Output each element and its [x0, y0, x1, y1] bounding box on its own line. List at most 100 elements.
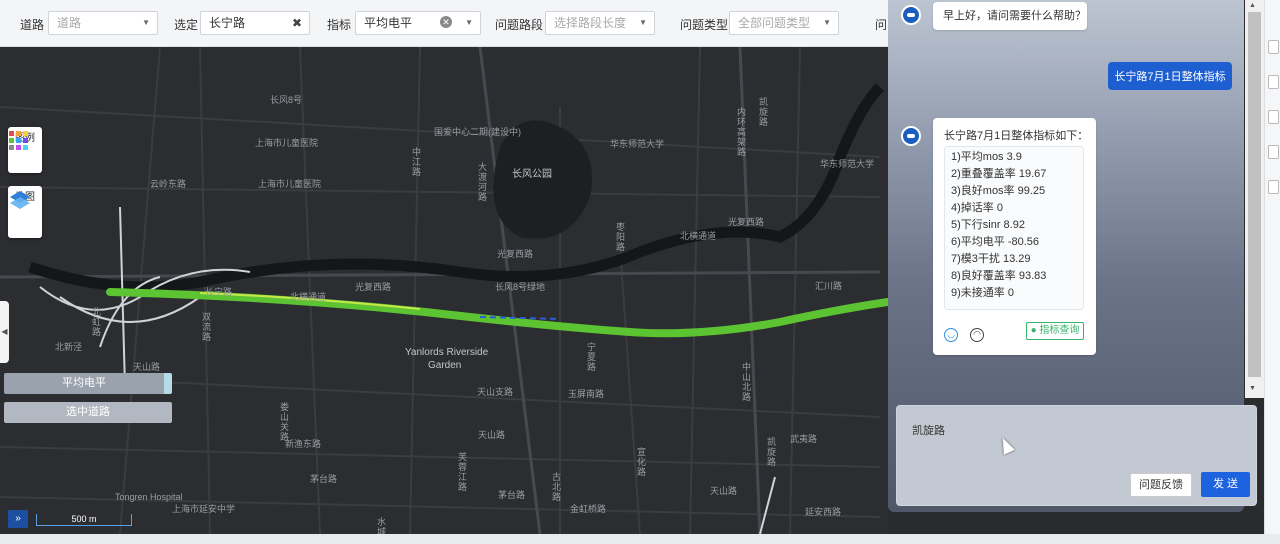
metric-select[interactable]: 平均电平 ✕ ▼ — [355, 11, 481, 35]
expand-button[interactable]: » — [8, 510, 28, 528]
metric-query-button[interactable]: ● 指标查询 — [1026, 322, 1084, 340]
layer-selected-road[interactable]: 选中道路 — [4, 402, 172, 423]
tool-icon[interactable] — [1268, 180, 1279, 194]
feedback-button[interactable]: 问题反馈 — [1130, 473, 1192, 497]
metric-item: 8)良好覆盖率 93.83 — [951, 270, 1047, 282]
road-label: 道路 — [20, 18, 45, 32]
scroll-down-icon[interactable]: ▼ — [1249, 385, 1256, 392]
layer-avg-level[interactable]: 平均电平 — [4, 373, 172, 394]
segment-select[interactable]: 选择路段长度 ▼ — [545, 11, 655, 35]
metrics-list: 1)平均mos 3.9 2)重叠覆盖率 19.67 3)良好mos率 99.25… — [944, 146, 1084, 310]
scroll-up-icon[interactable]: ▲ — [1249, 2, 1256, 9]
issue-type-label: 问题类型 — [680, 18, 729, 32]
road-select[interactable]: 道路 ▼ — [48, 11, 158, 35]
map-label: 大渡河路 — [477, 162, 487, 202]
thumbs-down-icon[interactable]: ◠ — [970, 328, 984, 342]
map-label: 中江路 — [411, 147, 421, 177]
metric-label: 指标 — [327, 18, 352, 32]
metric-item: 7)模3干扰 13.29 — [951, 253, 1031, 265]
legend-button[interactable]: 图例 — [8, 127, 42, 173]
map-label: 华东师范大学 — [610, 139, 665, 149]
chat-input-text[interactable]: 凯旋路 — [912, 422, 945, 438]
map-label: 云岭东路 — [150, 179, 187, 189]
map-label: Yanlords Riverside — [405, 347, 489, 358]
tool-icon[interactable] — [1268, 40, 1279, 54]
map-scale: 500 m — [36, 514, 132, 526]
bot-avatar-icon — [901, 5, 921, 25]
map-label: 凯旋路 — [766, 437, 776, 467]
map-label: 天山路 — [133, 362, 161, 372]
chevron-down-icon: ▼ — [639, 18, 647, 27]
map-label: 延安西路 — [805, 507, 842, 517]
selected-label: 选定 — [174, 18, 199, 32]
map-label: 华东师范大学 — [820, 159, 875, 169]
bottom-strip — [0, 534, 1280, 544]
map-label: 玉屏南路 — [568, 389, 605, 399]
map-label: 枣阳路 — [615, 222, 625, 252]
map-canvas[interactable]: 长风8号 上海市儿童医院 上海市儿童医院 云岭东路 国爱中心二期(建设中) 华东… — [0, 47, 888, 534]
map-roads — [0, 47, 888, 534]
map-label: Garden — [428, 360, 462, 371]
map-label: 双流路 — [201, 312, 211, 342]
map-label: 上海市延安中学 — [172, 504, 236, 514]
map-label: 北横通道 — [680, 231, 717, 241]
clear-icon[interactable]: ✕ — [440, 16, 452, 28]
issue-type-select[interactable]: 全部问题类型 ▼ — [729, 11, 839, 35]
map-label: 水城路 — [376, 517, 386, 534]
map-label: 芙蓉江路 — [457, 452, 467, 492]
map-label: 茅台路 — [310, 474, 338, 484]
map-label: 光复西路 — [497, 249, 534, 259]
filter-bar: 道路 道路 ▼ 选定 长宁路 ✖ 指标 平均电平 ✕ ▼ 问题路段 选择路段长度… — [0, 0, 888, 47]
tool-icon[interactable] — [1268, 145, 1279, 159]
metric-item: 9)未接通率 0 — [951, 287, 1014, 299]
scroll-thumb[interactable] — [1248, 12, 1261, 377]
map-label: 国爱中心二期(建设中) — [434, 127, 521, 137]
map-label: 光复西路 — [355, 282, 392, 292]
user-message: 长宁路7月1日整体指标 — [1108, 62, 1232, 90]
reply-message: 长宁路7月1日整体指标如下： 1)平均mos 3.9 2)重叠覆盖率 19.67… — [933, 118, 1096, 355]
map-layer-button[interactable]: 地图 — [8, 186, 42, 238]
map-label: 长风8号绿地 — [495, 282, 546, 292]
map-label: 长风8号 — [270, 95, 303, 105]
send-button[interactable]: 发 送 — [1201, 472, 1250, 497]
chevron-down-icon: ▼ — [465, 18, 473, 27]
chat-scrollbar[interactable]: ▲ ▼ — [1245, 0, 1264, 398]
map-label: 娄山关路 — [279, 402, 289, 442]
close-icon[interactable]: ✖ — [292, 12, 302, 34]
map-label: 宁夏路 — [586, 342, 596, 372]
metric-item: 6)平均电平 -80.56 — [951, 236, 1040, 248]
map-label: Tongren Hospital — [115, 492, 183, 502]
map-label: 北横通道 — [290, 292, 327, 302]
metric-item: 5)下行sinr 8.92 — [951, 219, 1025, 231]
right-edge-toolbar — [1264, 0, 1280, 534]
map-label: 长风公园 — [512, 169, 552, 180]
map-label: 天山支路 — [477, 387, 514, 397]
map-label: 古北路 — [551, 472, 561, 502]
map-label: 凯旋路 — [758, 97, 768, 127]
chat-input[interactable]: 凯旋路 问题反馈 发 送 — [896, 405, 1257, 506]
map-label: 上海市儿童医院 — [258, 179, 322, 189]
selected-road-select[interactable]: 长宁路 ✖ — [200, 11, 310, 35]
map-label: 茅台路 — [498, 490, 526, 500]
reply-title: 长宁路7月1日整体指标如下： — [944, 130, 1089, 142]
map-label: 宣化路 — [636, 447, 646, 477]
map-label: 光复西路 — [728, 217, 765, 227]
map-label: 天山路 — [710, 486, 738, 496]
truncated-label: 问 — [875, 18, 888, 32]
map-label: 北虹路 — [91, 307, 101, 337]
map-label: 内环高架路 — [736, 107, 746, 157]
thumbs-up-icon[interactable]: ◡ — [944, 328, 958, 342]
segment-label: 问题路段 — [495, 18, 544, 32]
map-label: 汇川路 — [815, 281, 843, 291]
chevron-down-icon: ▼ — [823, 18, 831, 27]
grid-icon — [9, 131, 28, 150]
map-label: 金虹桥路 — [570, 504, 607, 514]
layers-icon — [10, 191, 30, 209]
bot-avatar-icon — [901, 126, 921, 146]
map-label: 中山北路 — [741, 362, 751, 402]
tool-icon[interactable] — [1268, 75, 1279, 89]
metric-item: 2)重叠覆盖率 19.67 — [951, 168, 1047, 180]
collapse-left-handle[interactable]: ◀ — [0, 301, 9, 363]
tool-icon[interactable] — [1268, 110, 1279, 124]
greeting-message: 早上好，请问需要什么帮助？ — [933, 2, 1087, 30]
